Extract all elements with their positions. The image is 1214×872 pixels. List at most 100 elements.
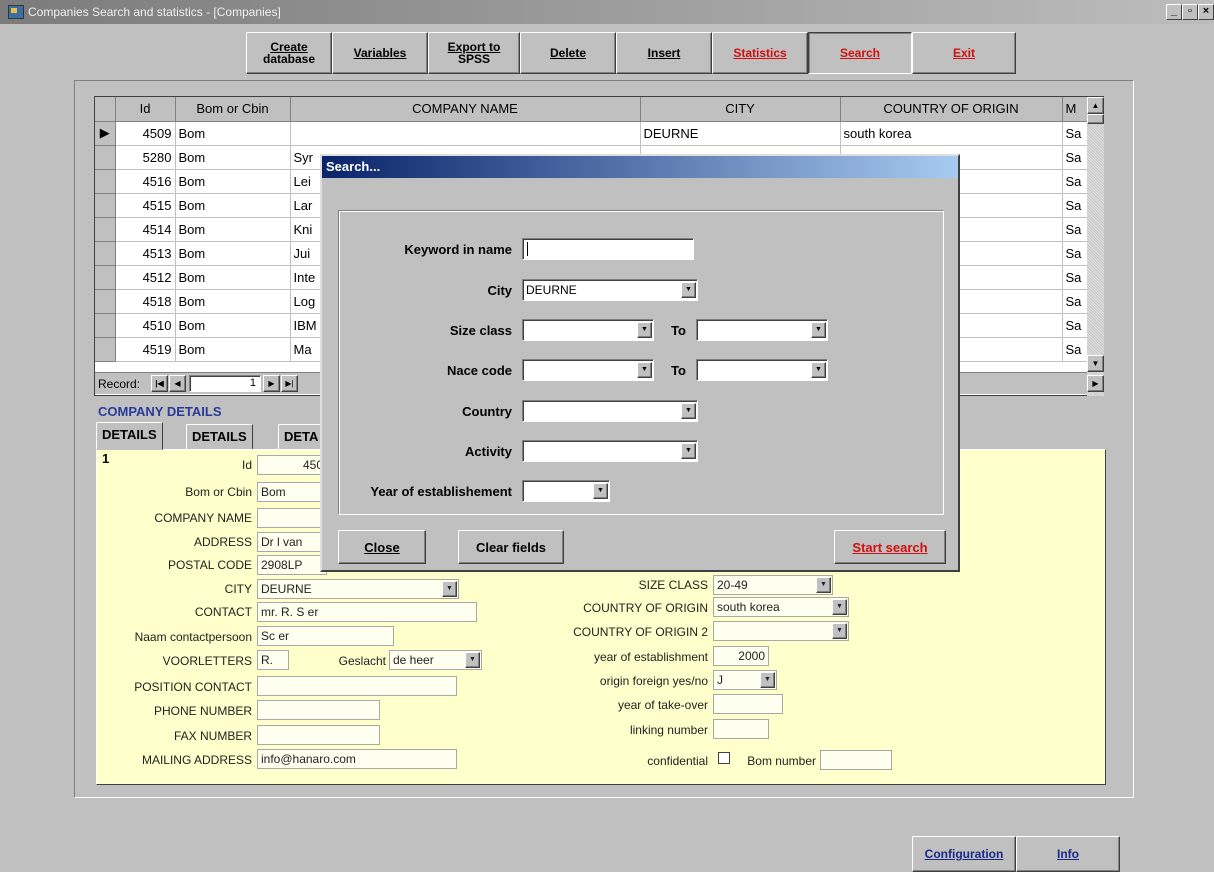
address-field[interactable]: Dr l van: [257, 532, 327, 552]
voorletters-field[interactable]: R.: [257, 650, 289, 670]
country-origin-select[interactable]: south korea ▼: [713, 597, 849, 617]
origin-foreign-select[interactable]: J ▼: [713, 670, 777, 690]
create-database-button[interactable]: Create database: [246, 32, 332, 74]
row-selector[interactable]: [95, 265, 116, 290]
dialog-country-select[interactable]: ▼: [522, 400, 698, 422]
chevron-down-icon[interactable]: ▼: [760, 672, 775, 688]
cell-id: 4516: [115, 169, 176, 194]
row-selector[interactable]: [95, 337, 116, 362]
naam-contactpersoon-field[interactable]: Sc er: [257, 626, 394, 646]
row-selector[interactable]: [95, 193, 116, 218]
close-window-button[interactable]: ×: [1198, 4, 1214, 20]
chevron-down-icon[interactable]: ▼: [832, 599, 847, 615]
search-button[interactable]: Search: [808, 32, 912, 74]
grid-vertical-scrollbar[interactable]: ▲ ▼ ▶: [1087, 97, 1104, 396]
start-search-button[interactable]: Start search: [834, 530, 946, 564]
chevron-down-icon[interactable]: ▼: [637, 322, 652, 338]
city-select[interactable]: DEURNE ▼: [257, 579, 459, 599]
chevron-down-icon[interactable]: ▼: [681, 282, 696, 298]
variables-button[interactable]: Variables: [332, 32, 428, 74]
bom-field[interactable]: Bom: [257, 482, 327, 502]
cell-m: Sa: [1062, 145, 1089, 170]
postal-code-field[interactable]: 2908LP: [257, 555, 327, 575]
col-header-country[interactable]: COUNTRY OF ORIGIN: [840, 97, 1063, 122]
chevron-down-icon[interactable]: ▼: [593, 483, 608, 499]
scroll-right-icon[interactable]: ▶: [1087, 375, 1104, 392]
company-details-title: COMPANY DETAILS: [98, 404, 222, 419]
chevron-down-icon[interactable]: ▼: [442, 581, 457, 597]
linking-number-field[interactable]: [713, 719, 769, 739]
row-selector[interactable]: [95, 217, 116, 242]
delete-button[interactable]: Delete: [520, 32, 616, 74]
chevron-down-icon[interactable]: ▼: [681, 443, 696, 459]
dialog-year-select[interactable]: ▼: [522, 480, 610, 502]
country-origin-2-select[interactable]: ▼: [713, 621, 849, 641]
chevron-down-icon[interactable]: ▼: [681, 403, 696, 419]
configuration-button[interactable]: Configuration: [912, 836, 1016, 872]
col-header-name[interactable]: COMPANY NAME: [290, 97, 641, 122]
col-header-m[interactable]: M: [1062, 97, 1089, 122]
row-selector[interactable]: [95, 313, 116, 338]
mailing-address-field[interactable]: info@hanaro.com: [257, 749, 457, 769]
chevron-down-icon[interactable]: ▼: [811, 362, 826, 378]
contact-field[interactable]: mr. R. S er: [257, 602, 477, 622]
fax-field[interactable]: [257, 725, 380, 745]
nace-to-select[interactable]: ▼: [696, 359, 828, 381]
size-class-to-select[interactable]: ▼: [696, 319, 828, 341]
scroll-down-icon[interactable]: ▼: [1087, 355, 1104, 372]
cell-m: Sa: [1062, 265, 1089, 290]
first-record-icon[interactable]: |◀: [151, 375, 168, 392]
row-selector[interactable]: [95, 145, 116, 170]
chevron-down-icon[interactable]: ▼: [816, 577, 831, 593]
record-number-input[interactable]: 1: [189, 375, 261, 392]
info-button[interactable]: Info: [1016, 836, 1120, 872]
insert-button[interactable]: Insert: [616, 32, 712, 74]
take-over-field[interactable]: [713, 694, 783, 714]
chevron-down-icon[interactable]: ▼: [832, 623, 847, 639]
activity-select[interactable]: ▼: [522, 440, 698, 462]
minimize-button[interactable]: _: [1166, 4, 1182, 20]
maximize-button[interactable]: ▫: [1182, 4, 1198, 20]
position-contact-field[interactable]: [257, 676, 457, 696]
table-row[interactable]: ▶ 4509 Bom DEURNE south korea Sa: [95, 121, 1089, 146]
row-selector[interactable]: [95, 241, 116, 266]
size-class-label: SIZE CLASS: [638, 578, 708, 592]
cell-m: Sa: [1062, 289, 1089, 314]
bom-number-label: Bom number: [747, 754, 816, 768]
row-selector[interactable]: [95, 289, 116, 314]
cell-type: Bom: [175, 217, 291, 242]
scroll-up-icon[interactable]: ▲: [1087, 97, 1104, 114]
tab-details-3[interactable]: DETA: [278, 424, 325, 450]
next-record-icon[interactable]: ▶: [263, 375, 280, 392]
tab-details-2[interactable]: DETAILS 2: [186, 424, 253, 468]
chevron-down-icon[interactable]: ▼: [811, 322, 826, 338]
size-class-from-select[interactable]: ▼: [522, 319, 654, 341]
keyword-input[interactable]: [522, 238, 694, 260]
col-header-city[interactable]: CITY: [640, 97, 841, 122]
phone-field[interactable]: [257, 700, 380, 720]
size-class-select[interactable]: 20-49 ▼: [713, 575, 833, 595]
confidential-checkbox[interactable]: [718, 752, 730, 764]
close-dialog-button[interactable]: Close: [338, 530, 426, 564]
company-name-field[interactable]: [257, 508, 327, 528]
col-header-type[interactable]: Bom or Cbin: [175, 97, 291, 122]
export-spss-button[interactable]: Export to SPSS: [428, 32, 520, 74]
col-header-id[interactable]: Id: [115, 97, 176, 122]
nace-from-select[interactable]: ▼: [522, 359, 654, 381]
chevron-down-icon[interactable]: ▼: [637, 362, 652, 378]
bom-number-field[interactable]: [820, 750, 892, 770]
geslacht-select[interactable]: de heer ▼: [389, 650, 482, 670]
year-establishment-field[interactable]: 2000: [713, 646, 769, 666]
id-field[interactable]: 450: [257, 455, 327, 475]
dialog-city-select[interactable]: DEURNE ▼: [522, 279, 698, 301]
chevron-down-icon[interactable]: ▼: [465, 652, 480, 668]
statistics-button[interactable]: Statistics: [712, 32, 808, 74]
last-record-icon[interactable]: ▶|: [281, 375, 298, 392]
tab-details-1[interactable]: DETAILS 1: [96, 422, 163, 466]
clear-fields-button[interactable]: Clear fields: [458, 530, 564, 564]
prev-record-icon[interactable]: ◀: [169, 375, 186, 392]
start-label: Start search: [852, 539, 928, 555]
exit-button[interactable]: Exit: [912, 32, 1016, 74]
scroll-thumb[interactable]: [1087, 114, 1104, 124]
row-selector[interactable]: [95, 169, 116, 194]
